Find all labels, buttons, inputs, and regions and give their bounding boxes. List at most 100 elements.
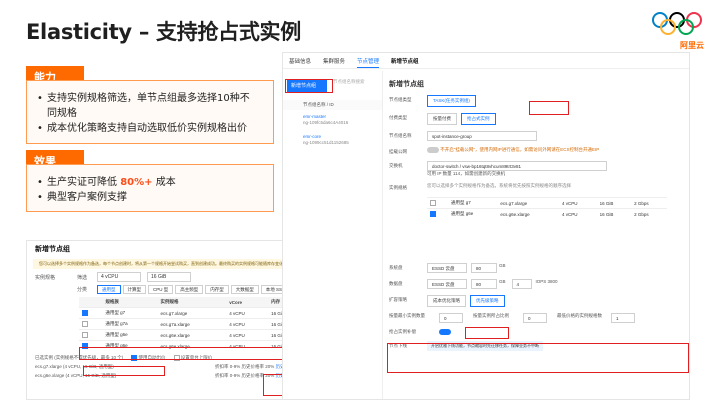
billing-label: 付费类型 [389, 115, 407, 120]
node-type-option[interactable]: TASK(任务实例组) [427, 95, 476, 107]
table-cell: 4 vCPU [226, 307, 269, 319]
spot-type-count-input[interactable]: 1 [611, 313, 635, 323]
table-cell: 通用型 g7 [447, 197, 498, 209]
table-header [79, 297, 103, 308]
effect-box: • 生产实证可降低 80%+ 成本 • 典型客户案例支撑 [26, 164, 274, 212]
system-disk-select[interactable]: ESSD 云盘 [427, 263, 467, 273]
switch-select[interactable]: doctor-switch / vsw-bp16tqt8vhcum89trt3v… [427, 161, 607, 171]
spec-label: 实例规格 [389, 185, 407, 190]
spec-hint: 您可以选择多个实例规格作为备选，系统将优先按照实例规格的顺序选择 [427, 183, 571, 188]
billing-spot-option[interactable]: 抢占式实例 [461, 113, 496, 125]
row-checkbox[interactable] [430, 200, 436, 206]
fallback-toggle[interactable] [439, 329, 451, 335]
table-header: 实例规格 [157, 297, 227, 308]
group-id: ng-1099cc51d1152685 [303, 140, 349, 145]
vcpu-select[interactable]: 4 vCPU [97, 272, 141, 282]
table-cell: 2 Gbps [631, 197, 667, 209]
form-title: 新增节点组 [389, 81, 424, 88]
scaling-label: 扩容策略 [389, 297, 407, 302]
row-checkbox[interactable] [82, 321, 88, 327]
system-disk-size[interactable]: 80 [471, 263, 497, 273]
list-item[interactable]: emr-core ng-1099cc51d1152685 [283, 130, 382, 150]
public-label: 挂载公网 [389, 149, 407, 154]
switch-label: 交换机 [389, 163, 403, 168]
spot-type-count-label: 最低价格的实例规格数 [557, 313, 602, 318]
table-cell: 4 vCPU [559, 197, 597, 209]
ondemand-min-label: 按量最小实例数量 [389, 313, 425, 318]
aliyun-logo-text: 阿里云 [680, 41, 704, 50]
table-header: 规格族 [102, 297, 158, 308]
effect-bullet: • 典型客户案例支撑 [37, 192, 127, 203]
name-input[interactable]: spot-instance-group [427, 131, 537, 141]
table-cell: 通用型 g7 [102, 307, 158, 319]
table-cell: 4 vCPU [226, 329, 269, 341]
list-item[interactable]: emr-master ng-109fc5da6c4A4016 [283, 110, 382, 130]
table-header: vCore [226, 297, 269, 308]
billing-ondemand-option[interactable]: 按量付费 [427, 113, 457, 125]
ondemand-pct-label: 按量实例所占比例 [473, 313, 509, 318]
table-cell: 4 vCPU [226, 318, 269, 330]
search-input[interactable]: 节点组名称搜索 [333, 79, 379, 85]
table-cell: 通用型 g7a [102, 318, 158, 330]
table-cell: ecs.g7.xlarge [497, 197, 559, 209]
disk-unit: GB [499, 263, 506, 268]
capability-bullet-cont: 同规格 [47, 108, 77, 119]
scale-priority-option[interactable]: 优先级策略 [470, 295, 505, 307]
category-chip[interactable]: 计算型 [122, 285, 146, 294]
row-checkbox[interactable] [82, 332, 88, 338]
name-label: 节点组名称 [389, 133, 412, 138]
filter-label: 筛选 [77, 274, 88, 281]
table-row[interactable]: 通用型 g6e ecs.g6e.xlarge 4 vCPU 16 GiB 2 G… [427, 208, 667, 219]
highlight-box [529, 101, 569, 115]
spec-table: 通用型 g7 ecs.g7.xlarge 4 vCPU 16 GiB 2 Gbp… [427, 197, 667, 219]
category-chip[interactable]: 大数据型 [230, 285, 259, 294]
highlight-box [285, 79, 333, 93]
ondemand-pct-input[interactable]: 0 [523, 313, 547, 323]
scale-cost-option[interactable]: 成本优化策略 [427, 295, 466, 307]
list-header: 节点组名称 / ID [283, 100, 382, 110]
iops-text: IOPS 3800 [535, 279, 558, 284]
price-rate: 折扣率 0-9% [215, 364, 241, 370]
instance-type-label: 实例规格 [35, 274, 56, 281]
memory-select[interactable]: 16 GiB [147, 272, 191, 282]
tab-basic-info[interactable]: 基础信息 [289, 57, 311, 68]
table-cell: ecs.g6e.xlarge [497, 208, 559, 219]
category-chip[interactable]: CPU 型 [148, 285, 174, 294]
tab-node-management[interactable]: 节点管理 [357, 57, 380, 68]
table-cell: ecs.g6e.xlarge [157, 329, 227, 341]
system-disk-label: 系统盘 [389, 265, 403, 270]
group-id: ng-109fc5da6c4A4016 [303, 120, 349, 125]
table-cell: 2 Gbps [631, 208, 667, 219]
table-cell: 16 GiB [596, 197, 632, 209]
table-cell: ecs.g7a.xlarge [157, 318, 227, 330]
slide-title: Elasticity – 支持抢占式实例 [26, 20, 301, 44]
row-checkbox[interactable] [430, 211, 436, 217]
data-disk-select[interactable]: ESSD 云盘 [427, 279, 467, 289]
node-group-list: 新增节点组 节点组名称搜索 节点组名称 / ID emr-master ng-1… [283, 71, 383, 399]
public-hint: 不开启"挂载公网"，使用内网IP进行通信，如需访问外网请在ECS控制台开通EIP [440, 147, 600, 153]
highlight-box [83, 366, 165, 376]
effect-bullet: • 生产实证可降低 80%+ 成本 [37, 177, 176, 188]
capability-bullet: • 成本优化策略支持自动选取低价实例规格出价 [37, 123, 247, 134]
fallback-label: 抢占实例补偿 [389, 329, 416, 334]
public-toggle[interactable] [427, 147, 439, 153]
table-cell: ecs.g7.xlarge [157, 307, 227, 319]
category-chip[interactable]: 通用型 [97, 285, 121, 294]
tab-cluster-services[interactable]: 集群服务 [323, 57, 345, 68]
data-disk-label: 数据盘 [389, 281, 403, 286]
switch-hint: 可用 IP 数量 114，如需创建新的交换机 [427, 171, 506, 176]
highlight-box [387, 343, 689, 373]
row-checkbox[interactable] [82, 310, 88, 316]
right-screenshot: 基础信息 集群服务 节点管理 新增节点组 新增节点组 节点组名称搜索 节点组名称… [282, 52, 690, 400]
disk-count[interactable]: 4 [511, 279, 532, 289]
node-type-label: 节点组类型 [389, 97, 412, 102]
category-chip[interactable]: 高主频型 [175, 285, 204, 294]
disk-unit: GB [499, 279, 506, 284]
ondemand-min-input[interactable]: 0 [439, 313, 463, 323]
table-row[interactable]: 通用型 g7 ecs.g7.xlarge 4 vCPU 16 GiB 2 Gbp… [427, 197, 667, 209]
panel-title: 新增节点组 [391, 59, 419, 65]
table-cell: 通用型 g6e [102, 329, 158, 341]
category-chip[interactable]: 内存型 [205, 285, 229, 294]
data-disk-size[interactable]: 80 [471, 279, 497, 289]
highlight-box [465, 327, 509, 339]
